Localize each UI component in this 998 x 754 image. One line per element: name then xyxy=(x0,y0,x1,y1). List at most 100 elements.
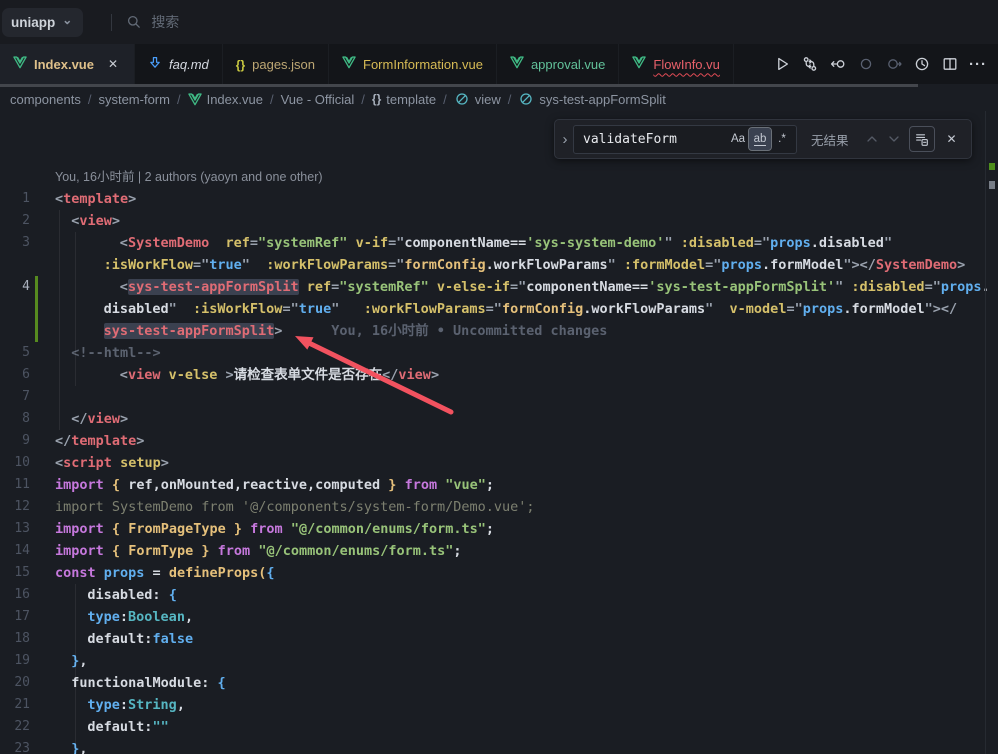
tab-label: faq.md xyxy=(169,57,209,72)
line-content[interactable]: disabled: { xyxy=(55,584,177,606)
line-number: 10 xyxy=(0,452,30,474)
tab-Index.vue[interactable]: Index.vue✕ xyxy=(0,44,135,84)
breadcrumb-label: system-form xyxy=(98,92,170,107)
change-indicator xyxy=(35,518,38,540)
change-indicator xyxy=(35,166,38,188)
line-content[interactable]: import { FormType } from "@/common/enums… xyxy=(55,540,462,562)
line-content[interactable]: sys-test-appFormSplit> You, 16小时前 • Unco… xyxy=(55,320,607,342)
breadcrumb-item[interactable]: components xyxy=(10,92,81,107)
editor[interactable]: You, 16小时前 | 2 authors (yaoyn and one ot… xyxy=(0,111,998,754)
whole-word-toggle[interactable]: ab xyxy=(749,128,771,150)
line-content[interactable]: <view v-else >请检查表单文件是否存在</view> xyxy=(55,364,439,386)
nav-forward-icon[interactable] xyxy=(882,52,906,76)
tab-label: FlowInfo.vu xyxy=(653,57,719,72)
breadcrumb-item[interactable]: {} template xyxy=(372,92,436,107)
code-line: 8</view> xyxy=(0,408,986,430)
run-icon[interactable] xyxy=(770,52,794,76)
find-in-selection-icon[interactable] xyxy=(909,126,935,152)
change-indicator xyxy=(35,650,38,672)
line-content[interactable]: <template> xyxy=(55,188,136,210)
editor-actions: ··· xyxy=(770,44,998,84)
line-content[interactable]: <script setup> xyxy=(55,452,169,474)
close-icon[interactable]: ✕ xyxy=(941,128,963,150)
global-search[interactable]: 搜索 xyxy=(126,12,179,32)
toggle-replace-icon[interactable]: › xyxy=(557,131,573,148)
breadcrumb-item[interactable]: sys-test-appFormSplit xyxy=(518,91,665,107)
line-content[interactable]: :isWorkFlow="true" :workFlowParams="form… xyxy=(55,254,965,276)
line-content[interactable]: </template> xyxy=(55,430,144,452)
line-content[interactable]: You, 16小时前 | 2 authors (yaoyn and one ot… xyxy=(55,166,323,188)
symbol-icon xyxy=(518,91,534,107)
nav-back-icon[interactable] xyxy=(854,52,878,76)
tab-FlowInfo.vu[interactable]: FlowInfo.vu xyxy=(619,44,733,84)
line-number: 16 xyxy=(0,584,30,606)
line-content[interactable]: }, xyxy=(55,738,87,754)
symbol-icon xyxy=(454,91,470,107)
line-content[interactable]: <SystemDemo ref="systemRef" v-if="compon… xyxy=(55,232,892,254)
project-name: uniapp xyxy=(11,15,55,30)
ruler-change-marker xyxy=(989,163,995,170)
tab-faq.md[interactable]: faq.md xyxy=(135,44,223,84)
breadcrumb-separator: / xyxy=(508,92,512,107)
breadcrumb-item[interactable]: view xyxy=(454,91,501,107)
breadcrumb-separator: / xyxy=(361,92,365,107)
tab-FormInformation.vue[interactable]: FormInformation.vue xyxy=(329,44,497,84)
find-input-box: Aa ab .* xyxy=(573,125,797,154)
breadcrumb-label: Vue - Official xyxy=(281,92,355,107)
change-indicator xyxy=(35,540,38,562)
project-menu[interactable]: uniapp ⌄ xyxy=(2,8,83,37)
change-indicator xyxy=(35,254,38,276)
markdown-icon xyxy=(148,56,162,73)
more-actions-icon[interactable]: ··· xyxy=(966,52,990,76)
vue-icon xyxy=(632,56,646,72)
code-line: 13import { FromPageType } from "@/common… xyxy=(0,518,986,540)
overview-ruler[interactable] xyxy=(985,111,998,754)
indent-guide xyxy=(59,210,60,430)
line-content[interactable]: </view> xyxy=(55,408,128,430)
find-input[interactable] xyxy=(581,131,727,148)
code-line: 9</template> xyxy=(0,430,986,452)
open-changes-icon[interactable] xyxy=(826,52,850,76)
change-indicator xyxy=(35,320,38,342)
find-widget: › Aa ab .* 无结果 ✕ xyxy=(554,119,972,159)
line-content[interactable]: <view> xyxy=(55,210,120,232)
find-results-count: 无结果 xyxy=(811,130,849,149)
line-content[interactable]: import { ref,onMounted,reactive,computed… xyxy=(55,474,494,496)
braces-icon: {} xyxy=(372,92,381,106)
match-case-toggle[interactable]: Aa xyxy=(727,128,749,150)
line-number: 1 xyxy=(0,188,30,210)
line-content[interactable]: }, xyxy=(55,650,87,672)
line-content[interactable]: functionalModule: { xyxy=(55,672,226,694)
line-number: 20 xyxy=(0,672,30,694)
line-content[interactable]: default:"" xyxy=(55,716,169,738)
line-number: 21 xyxy=(0,694,30,716)
change-indicator xyxy=(35,672,38,694)
change-indicator xyxy=(35,584,38,606)
code-lines: You, 16小时前 | 2 authors (yaoyn and one ot… xyxy=(0,111,986,754)
breadcrumb-item[interactable]: Index.vue xyxy=(188,92,263,107)
next-match-icon[interactable] xyxy=(883,128,905,150)
breadcrumb-label: template xyxy=(386,92,436,107)
breadcrumb-item[interactable]: Vue - Official xyxy=(281,92,355,107)
breadcrumb-item[interactable]: system-form xyxy=(98,92,170,107)
previous-match-icon[interactable] xyxy=(861,128,883,150)
split-editor-icon[interactable] xyxy=(938,52,962,76)
line-content[interactable]: disabled" :isWorkFlow="true" :workFlowPa… xyxy=(55,298,957,320)
close-icon[interactable]: ✕ xyxy=(105,56,121,72)
vscode-window: uniapp ⌄ 搜索 Index.vue✕faq.md{}pages.json… xyxy=(0,0,998,754)
line-content[interactable]: <!--html--> xyxy=(55,342,161,364)
tab-pages.json[interactable]: {}pages.json xyxy=(223,44,329,84)
regex-toggle[interactable]: .* xyxy=(771,128,793,150)
change-indicator xyxy=(35,694,38,716)
tab-approval.vue[interactable]: approval.vue xyxy=(497,44,619,84)
change-indicator xyxy=(35,232,38,254)
line-content[interactable]: import SystemDemo from '@/components/sys… xyxy=(55,496,535,518)
line-number: 22 xyxy=(0,716,30,738)
line-content[interactable]: <sys-test-appFormSplit ref="systemRef" v… xyxy=(55,276,990,298)
timeline-icon[interactable] xyxy=(910,52,934,76)
code-line: 5<!--html--> xyxy=(0,342,986,364)
line-content[interactable]: const props = defineProps({ xyxy=(55,562,275,584)
line-content[interactable]: import { FromPageType } from "@/common/e… xyxy=(55,518,494,540)
tabs: Index.vue✕ faq.md {}pages.jsonFormInformat… xyxy=(0,44,734,84)
git-compare-icon[interactable] xyxy=(798,52,822,76)
